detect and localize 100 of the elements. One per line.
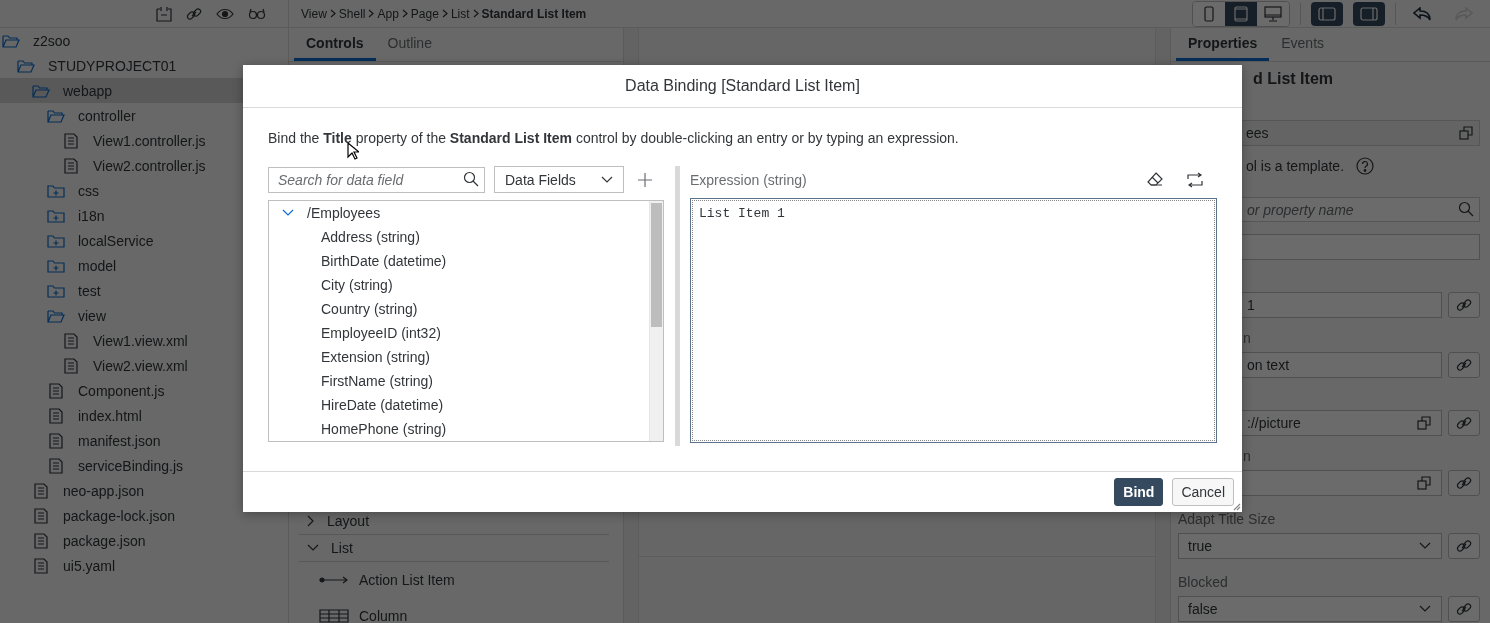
template-note: ol is a template. bbox=[1246, 158, 1345, 174]
tree-item[interactable]: z2soo bbox=[0, 28, 288, 53]
resize-grip-icon bbox=[1233, 503, 1241, 511]
open-folder-icon bbox=[47, 108, 65, 123]
left-pane-toggle[interactable] bbox=[1311, 1, 1343, 26]
breadcrumb-link[interactable]: App bbox=[377, 6, 399, 21]
bind-button[interactable] bbox=[1448, 352, 1480, 378]
instruction-text: Bind the Title property of the Standard List Item control by double-clicking an entry or by typing an expression. bbox=[268, 130, 960, 148]
breadcrumb-link[interactable]: Standard List Item bbox=[481, 6, 587, 21]
cancel-button[interactable]: Cancel bbox=[1172, 478, 1234, 506]
link-icon bbox=[1456, 415, 1472, 431]
bind-button[interactable] bbox=[1448, 596, 1480, 622]
chevron-right-icon bbox=[441, 9, 448, 18]
tree-item[interactable]: package-lock.json bbox=[0, 503, 288, 528]
open-folder-icon bbox=[32, 83, 50, 98]
document-icon bbox=[64, 132, 78, 149]
breadcrumb-link[interactable]: Page bbox=[410, 6, 439, 21]
bind-button[interactable] bbox=[1448, 292, 1480, 318]
folder-plus-icon bbox=[47, 208, 65, 223]
tree-item[interactable]: package.json bbox=[0, 528, 288, 553]
document-icon bbox=[49, 382, 63, 399]
group-title: List bbox=[331, 540, 353, 556]
breadcrumb-link[interactable]: Shell bbox=[338, 6, 366, 21]
field-label: Expression (string) bbox=[690, 171, 807, 188]
link-icon bbox=[186, 5, 202, 22]
folder-plus-icon bbox=[47, 233, 65, 248]
tree-item[interactable]: controller bbox=[0, 103, 288, 128]
eye-icon bbox=[216, 7, 234, 20]
phone-icon bbox=[1204, 5, 1214, 22]
right-pane-toggle[interactable] bbox=[1353, 1, 1385, 26]
document-icon bbox=[49, 432, 63, 449]
undo-icon bbox=[1413, 6, 1431, 21]
document-icon bbox=[64, 357, 78, 374]
copy-icon[interactable] bbox=[1417, 476, 1431, 490]
chevron-down-icon bbox=[282, 209, 294, 217]
bind-button[interactable] bbox=[1448, 410, 1480, 436]
link-icon bbox=[1456, 357, 1472, 373]
copy-icon[interactable] bbox=[1417, 416, 1431, 430]
chevron-down-icon bbox=[601, 175, 613, 184]
new-file-icon bbox=[156, 5, 172, 22]
tree-item[interactable]: serviceBinding.js bbox=[0, 453, 288, 478]
tab[interactable]: Outline bbox=[375, 28, 444, 61]
document-icon bbox=[64, 157, 78, 174]
dialog-title: Data Binding [Standard List Item] bbox=[625, 77, 860, 95]
chevron-right-icon bbox=[307, 515, 315, 527]
select-field[interactable]: true bbox=[1178, 533, 1442, 559]
tree-item[interactable]: ui5.yaml bbox=[0, 553, 288, 578]
group-header[interactable]: List bbox=[299, 535, 609, 562]
folder-plus-icon bbox=[47, 283, 65, 298]
bind-button[interactable] bbox=[1448, 470, 1480, 496]
tree-item[interactable]: neo-app.json bbox=[0, 478, 288, 503]
folder-plus-icon bbox=[47, 258, 65, 273]
group-title: Layout bbox=[327, 513, 370, 529]
folder-plus-icon bbox=[47, 183, 65, 198]
breadcrumb-link[interactable]: View bbox=[301, 6, 327, 21]
control-title: d List Item bbox=[1252, 69, 1334, 89]
open-folder-icon bbox=[2, 33, 20, 48]
search-field[interactable]: Search for data field bbox=[268, 166, 485, 193]
help-icon bbox=[1356, 157, 1375, 175]
link-icon bbox=[1456, 475, 1472, 491]
chevron-right-icon bbox=[401, 9, 408, 18]
link-icon bbox=[1456, 297, 1472, 313]
panel-right-icon bbox=[1360, 6, 1378, 21]
bind-button[interactable]: Bind bbox=[1114, 478, 1164, 506]
chevron-down-icon bbox=[1419, 605, 1431, 613]
tablet-view-button[interactable] bbox=[1225, 1, 1257, 26]
breadcrumb-link[interactable]: List bbox=[450, 6, 470, 21]
monitor-icon bbox=[1264, 5, 1282, 22]
expression-field[interactable]: List Item 1 bbox=[690, 198, 1217, 443]
document-icon bbox=[34, 532, 48, 549]
field-label: Blocked bbox=[1178, 574, 1228, 590]
document-icon bbox=[34, 482, 48, 499]
scrollbar[interactable] bbox=[649, 201, 664, 441]
search-icon bbox=[1458, 201, 1474, 217]
arrow-icon bbox=[319, 576, 349, 584]
chevron-right-icon bbox=[368, 9, 375, 18]
document-icon bbox=[34, 557, 48, 574]
link-icon bbox=[1456, 538, 1472, 554]
filter-dropdown[interactable]: Data Fields bbox=[494, 166, 624, 193]
document-icon bbox=[64, 332, 78, 349]
control-item[interactable]: Column bbox=[359, 608, 408, 623]
link-icon bbox=[1456, 601, 1472, 617]
bind-button[interactable] bbox=[1448, 533, 1480, 559]
tab[interactable]: Controls bbox=[294, 28, 376, 61]
tab[interactable]: Properties bbox=[1176, 28, 1270, 61]
chevron-down-icon bbox=[307, 544, 319, 552]
panel-left-icon bbox=[1318, 6, 1336, 21]
select-field[interactable]: false bbox=[1178, 596, 1442, 622]
tab[interactable]: Events bbox=[1269, 28, 1337, 61]
document-icon bbox=[49, 407, 63, 424]
search-icon bbox=[463, 170, 479, 187]
field-label: Adapt Title Size bbox=[1178, 511, 1276, 527]
glasses-icon bbox=[248, 7, 266, 20]
tree-item[interactable]: STUDYPROJECT01 bbox=[0, 53, 288, 78]
open-folder-icon bbox=[47, 308, 65, 323]
tablet-icon bbox=[1234, 5, 1248, 22]
open-folder-icon bbox=[17, 58, 35, 73]
chevron-right-icon bbox=[329, 9, 336, 18]
copy-icon[interactable] bbox=[1459, 126, 1473, 140]
control-item[interactable]: Action List Item bbox=[359, 572, 455, 588]
